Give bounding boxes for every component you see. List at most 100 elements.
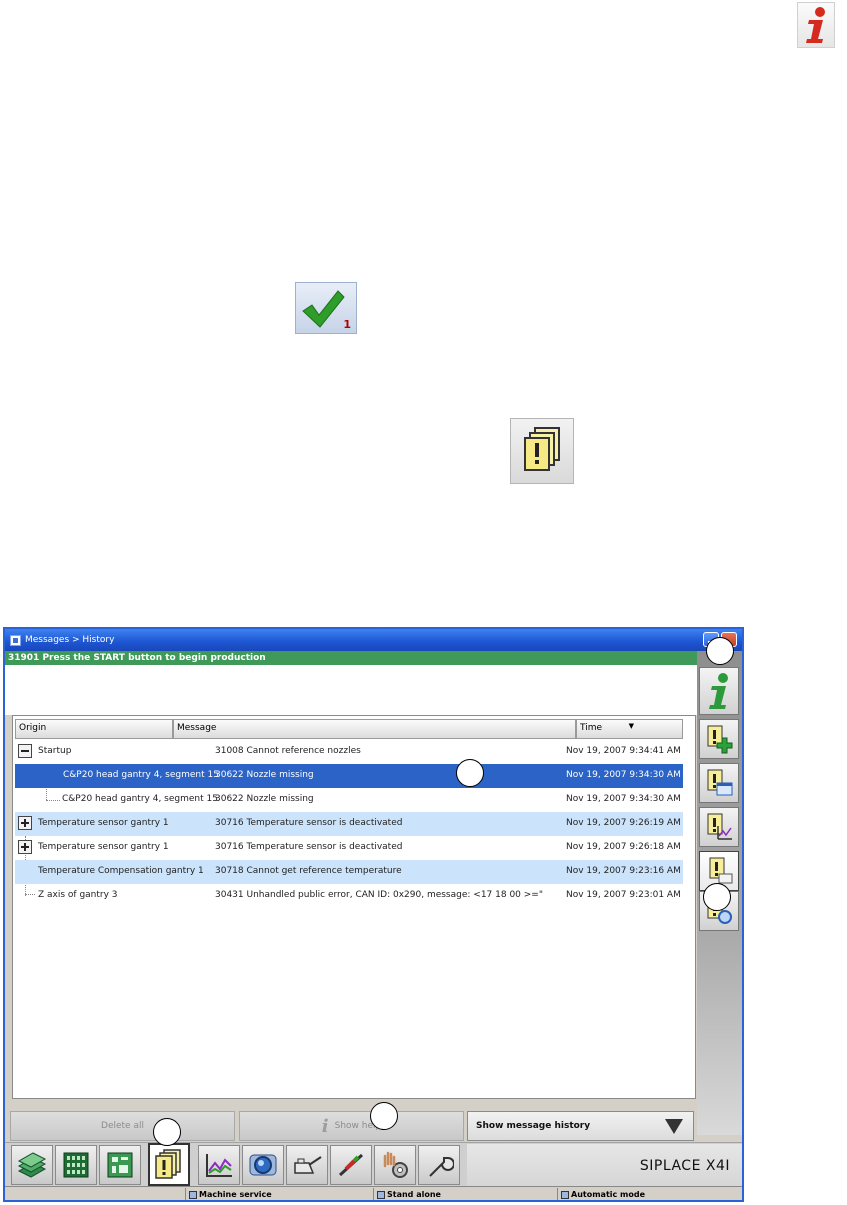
current-message-bar: 31901 Press the START button to begin pr… (5, 651, 697, 665)
row-origin: Temperature sensor gantry 1 (38, 842, 169, 852)
footer-mode1-text: Machine service (199, 1190, 272, 1199)
table-row-selected[interactable]: C&P20 head gantry 4, segment 15 30622 No… (15, 764, 683, 788)
row-message: 30718 Cannot get reference temperature (215, 866, 402, 876)
service-mode-icon (189, 1190, 197, 1199)
window-title: Messages > History (25, 635, 115, 645)
new-message-button[interactable] (699, 719, 739, 759)
status-footer: Machine service Stand alone Automatic mo… (5, 1186, 742, 1200)
dropdown-arrow-icon (665, 1118, 683, 1134)
module-button-feeder[interactable] (330, 1145, 372, 1185)
feeder-tool-icon (338, 1153, 364, 1177)
help-info-icon: i (321, 1115, 329, 1137)
table-row[interactable]: Startup 31008 Cannot reference nozzles N… (15, 740, 683, 764)
message-view-dropdown-label: Show message history (476, 1121, 591, 1131)
module-button-setup[interactable] (11, 1145, 53, 1185)
expand-icon[interactable] (18, 816, 32, 830)
module-button-board[interactable] (99, 1145, 141, 1185)
table-row[interactable]: Z axis of gantry 3 30431 Unhandled publi… (15, 884, 683, 908)
message-window-icon (707, 769, 733, 796)
message-detail-area (5, 665, 697, 715)
action-button-row: Delete all i Show help Show message hist… (5, 1111, 697, 1141)
message-statistics-button[interactable] (699, 807, 739, 847)
message-history-icon (709, 857, 733, 884)
brand-area: SIPLACE X4I (467, 1144, 742, 1186)
row-origin: Temperature Compensation gantry 1 (38, 866, 204, 876)
check-count: 1 (343, 318, 351, 331)
footer-mode2-text: Stand alone (387, 1190, 441, 1199)
row-origin: Temperature sensor gantry 1 (38, 818, 169, 828)
callout-circle (153, 1118, 181, 1146)
show-help-button[interactable]: i Show help (239, 1111, 464, 1141)
table-header: Origin Message Time ▼ (15, 719, 683, 739)
module-button-maintenance[interactable] (286, 1145, 328, 1185)
info-button[interactable] (699, 667, 739, 715)
component-grid-icon (63, 1152, 89, 1178)
module-taskbar: SIPLACE X4I (5, 1142, 742, 1186)
footer-stand-alone: Stand alone (377, 1189, 441, 1200)
expand-icon[interactable] (18, 840, 32, 854)
column-header-message[interactable]: Message (173, 719, 576, 739)
info-icon (797, 2, 835, 48)
row-time: Nov 19, 2007 9:23:01 AM (566, 890, 681, 900)
footer-separator (557, 1188, 558, 1200)
statistics-chart-icon (206, 1154, 232, 1177)
automatic-mode-icon (561, 1190, 569, 1199)
footer-machine-service: Machine service (189, 1189, 272, 1200)
module-button-messages[interactable] (148, 1143, 190, 1186)
message-add-icon (707, 725, 733, 754)
acknowledge-check-icon: 1 (295, 282, 357, 334)
row-time: Nov 19, 2007 9:26:19 AM (566, 818, 681, 828)
module-button-grid[interactable] (55, 1145, 97, 1185)
row-message: 30716 Temperature sensor is deactivated (215, 842, 403, 852)
message-table: Origin Message Time ▼ Startup 31008 Cann… (12, 715, 696, 1099)
row-time: Nov 19, 2007 9:34:41 AM (566, 746, 681, 756)
footer-automatic-mode: Automatic mode (561, 1189, 645, 1200)
row-time: Nov 19, 2007 9:34:30 AM (566, 794, 681, 804)
module-button-vision[interactable] (242, 1145, 284, 1185)
message-chart-icon (707, 813, 732, 840)
machine-brand: SIPLACE X4I (639, 1158, 730, 1174)
footer-mode3-text: Automatic mode (571, 1190, 646, 1199)
callout-circle (706, 637, 734, 665)
stand-alone-icon (377, 1190, 385, 1199)
column-header-time[interactable]: Time ▼ (576, 719, 683, 739)
window-icon (10, 634, 21, 646)
row-message: 31008 Cannot reference nozzles (215, 746, 361, 756)
row-message: 30716 Temperature sensor is deactivated (215, 818, 403, 828)
row-origin: C&P20 head gantry 4, segment 15 (62, 768, 220, 782)
title-bar: Messages > History (5, 629, 742, 651)
stacked-boards-icon (17, 1152, 47, 1178)
footer-separator (185, 1188, 186, 1200)
module-button-service[interactable] (418, 1145, 460, 1185)
row-time: Nov 19, 2007 9:26:18 AM (566, 842, 681, 852)
column-header-origin[interactable]: Origin (15, 719, 173, 739)
oil-can-icon (294, 1156, 322, 1174)
hand-gear-icon (383, 1151, 408, 1178)
row-origin: Z axis of gantry 3 (38, 890, 118, 900)
delete-all-button[interactable]: Delete all (10, 1111, 235, 1141)
collapse-icon[interactable] (18, 744, 32, 758)
table-row[interactable]: Temperature sensor gantry 1 30716 Temper… (15, 836, 683, 860)
wrench-icon (429, 1157, 454, 1177)
callout-circle (456, 759, 484, 787)
callout-circle (703, 883, 731, 911)
table-row[interactable]: C&P20 head gantry 4, segment 15 30622 No… (15, 788, 683, 812)
module-button-statistics[interactable] (198, 1145, 240, 1185)
messages-icon (510, 418, 574, 484)
footer-separator (373, 1188, 374, 1200)
message-view-dropdown[interactable]: Show message history (467, 1111, 694, 1141)
callout-circle (370, 1102, 398, 1130)
column-header-time-label: Time (580, 723, 603, 733)
module-button-configuration[interactable] (374, 1145, 416, 1185)
row-origin: Startup (38, 746, 72, 756)
message-window-button[interactable] (699, 763, 739, 803)
row-message: 30431 Unhandled public error, CAN ID: 0x… (215, 890, 543, 900)
camera-lens-icon (249, 1154, 277, 1176)
row-origin: C&P20 head gantry 4, segment 15 (62, 794, 218, 804)
sort-descending-icon: ▼ (628, 722, 634, 730)
row-time: Nov 19, 2007 9:23:16 AM (566, 866, 681, 876)
table-row[interactable]: Temperature Compensation gantry 1 30718 … (15, 860, 683, 884)
row-message: 30622 Nozzle missing (215, 794, 314, 804)
table-row[interactable]: Temperature sensor gantry 1 30716 Temper… (15, 812, 683, 836)
circuit-board-icon (107, 1152, 133, 1178)
